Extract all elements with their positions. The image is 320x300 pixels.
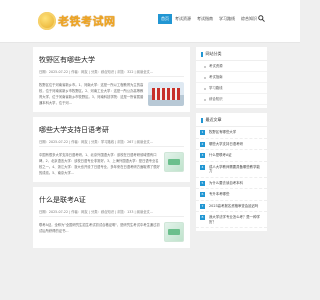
- rank-badge: 2: [200, 141, 205, 147]
- recent-post-item[interactable]: 2 哪些大学支持日语考研: [196, 139, 267, 150]
- nav-item-exam-guide[interactable]: 考试指南: [194, 14, 216, 24]
- nav-item-home[interactable]: 首页: [158, 14, 172, 24]
- post-title[interactable]: 哪些大学支持日语考研: [33, 117, 190, 135]
- post-thumbnail[interactable]: [148, 82, 184, 106]
- recent-post-item[interactable]: 5 为什么要去读自考本科: [196, 178, 267, 189]
- site-name: 老铁考试网: [58, 15, 116, 28]
- post-card: 哪些大学支持日语考研 日期：2025-07-22 | 作者：网友 | 分类：学习…: [33, 117, 190, 182]
- post-thumbnail[interactable]: [164, 222, 184, 242]
- accent-bar: [201, 51, 203, 57]
- post-meta: 日期：2025-07-22 | 作者：网友 | 分类：综合知识 | 浏览：133…: [39, 210, 153, 214]
- rank-badge: 6: [200, 192, 205, 197]
- recent-post-item[interactable]: 4 成人大学教师需要具备哪些教学能力: [196, 162, 267, 178]
- recent-post-item[interactable]: 1 牧野区有哪些大学: [196, 127, 267, 139]
- recent-post-item[interactable]: 3 什么是联考A证: [196, 150, 267, 162]
- main-nav: 首页 考试资源 考试指南 学习路线 综合知识: [158, 14, 260, 24]
- nav-item-general-knowledge[interactable]: 综合知识: [238, 14, 260, 24]
- accent-bar: [201, 117, 203, 123]
- recent-post-item[interactable]: 6 专升本考哪些: [196, 189, 267, 201]
- rank-badge: 4: [200, 164, 205, 170]
- category-item[interactable]: 考试资源: [196, 61, 267, 72]
- rank-badge: 3: [200, 153, 205, 158]
- post-card: 牧野区有哪些大学 日期：2025-07-22 | 作者：网友 | 分类：综合知识…: [33, 47, 190, 112]
- category-item[interactable]: 综合知识: [196, 94, 267, 105]
- post-meta: 日期：2025-07-22 | 作者：网友 | 分类：学习路线 | 浏览：267…: [39, 140, 153, 144]
- sidebar: 网站分类 考试资源 考试指南 学习路线 综合知识 最近文章 1 牧野区有哪些大学 …: [196, 47, 267, 236]
- nav-item-exam-resources[interactable]: 考试资源: [172, 14, 194, 24]
- rank-badge: 1: [200, 130, 205, 135]
- widget-title: 最近文章: [205, 117, 222, 122]
- category-widget: 网站分类 考试资源 考试指南 学习路线 综合知识: [196, 47, 267, 108]
- recent-post-item[interactable]: 7 2023高考报名资格审查会延迟吗: [196, 201, 267, 212]
- rank-badge: 5: [200, 180, 205, 186]
- rank-badge: 8: [200, 215, 205, 220]
- post-excerpt: 联考A证，全称为"全国研究生招生考试初试合格证明"，是研究生考试中考生通过初试后…: [39, 223, 160, 233]
- category-item[interactable]: 学习路线: [196, 83, 267, 94]
- post-excerpt: 牧野区位于河南省新乡市。1、河南大学：这是一所以工程教育为主的高校，位于河南省新…: [39, 83, 144, 105]
- post-title[interactable]: 什么是联考A证: [33, 187, 190, 205]
- post-meta: 日期：2025-07-22 | 作者：网友 | 分类：综合知识 | 浏览：322…: [39, 70, 153, 74]
- recent-post-item[interactable]: 8 我大学法学专业怎么考？是一种学历？: [196, 212, 267, 228]
- post-list: 牧野区有哪些大学 日期：2025-07-22 | 作者：网友 | 分类：综合知识…: [33, 47, 190, 253]
- post-thumbnail[interactable]: [164, 152, 184, 172]
- post-card: 什么是联考A证 日期：2025-07-22 | 作者：网友 | 分类：综合知识 …: [33, 187, 190, 248]
- post-excerpt: 中国有很多大学支持日语考研，1、北京外国语大学：该校在日语考研领域很有口碑，2、…: [39, 153, 160, 175]
- site-logo[interactable]: 老铁考试网: [38, 9, 116, 33]
- rank-badge: 7: [200, 203, 205, 209]
- search-icon[interactable]: [258, 15, 265, 22]
- post-title[interactable]: 牧野区有哪些大学: [33, 47, 190, 65]
- category-item[interactable]: 考试指南: [196, 72, 267, 83]
- widget-title: 网站分类: [205, 51, 222, 56]
- site-header: 老铁考试网 首页 考试资源 考试指南 学习路线 综合知识: [0, 0, 300, 43]
- logo-badge-icon: [38, 12, 56, 30]
- recent-posts-widget: 最近文章 1 牧野区有哪些大学 2 哪些大学支持日语考研 3 什么是联考A证 4 成人大…: [196, 113, 267, 231]
- nav-item-learning-path[interactable]: 学习路线: [216, 14, 238, 24]
